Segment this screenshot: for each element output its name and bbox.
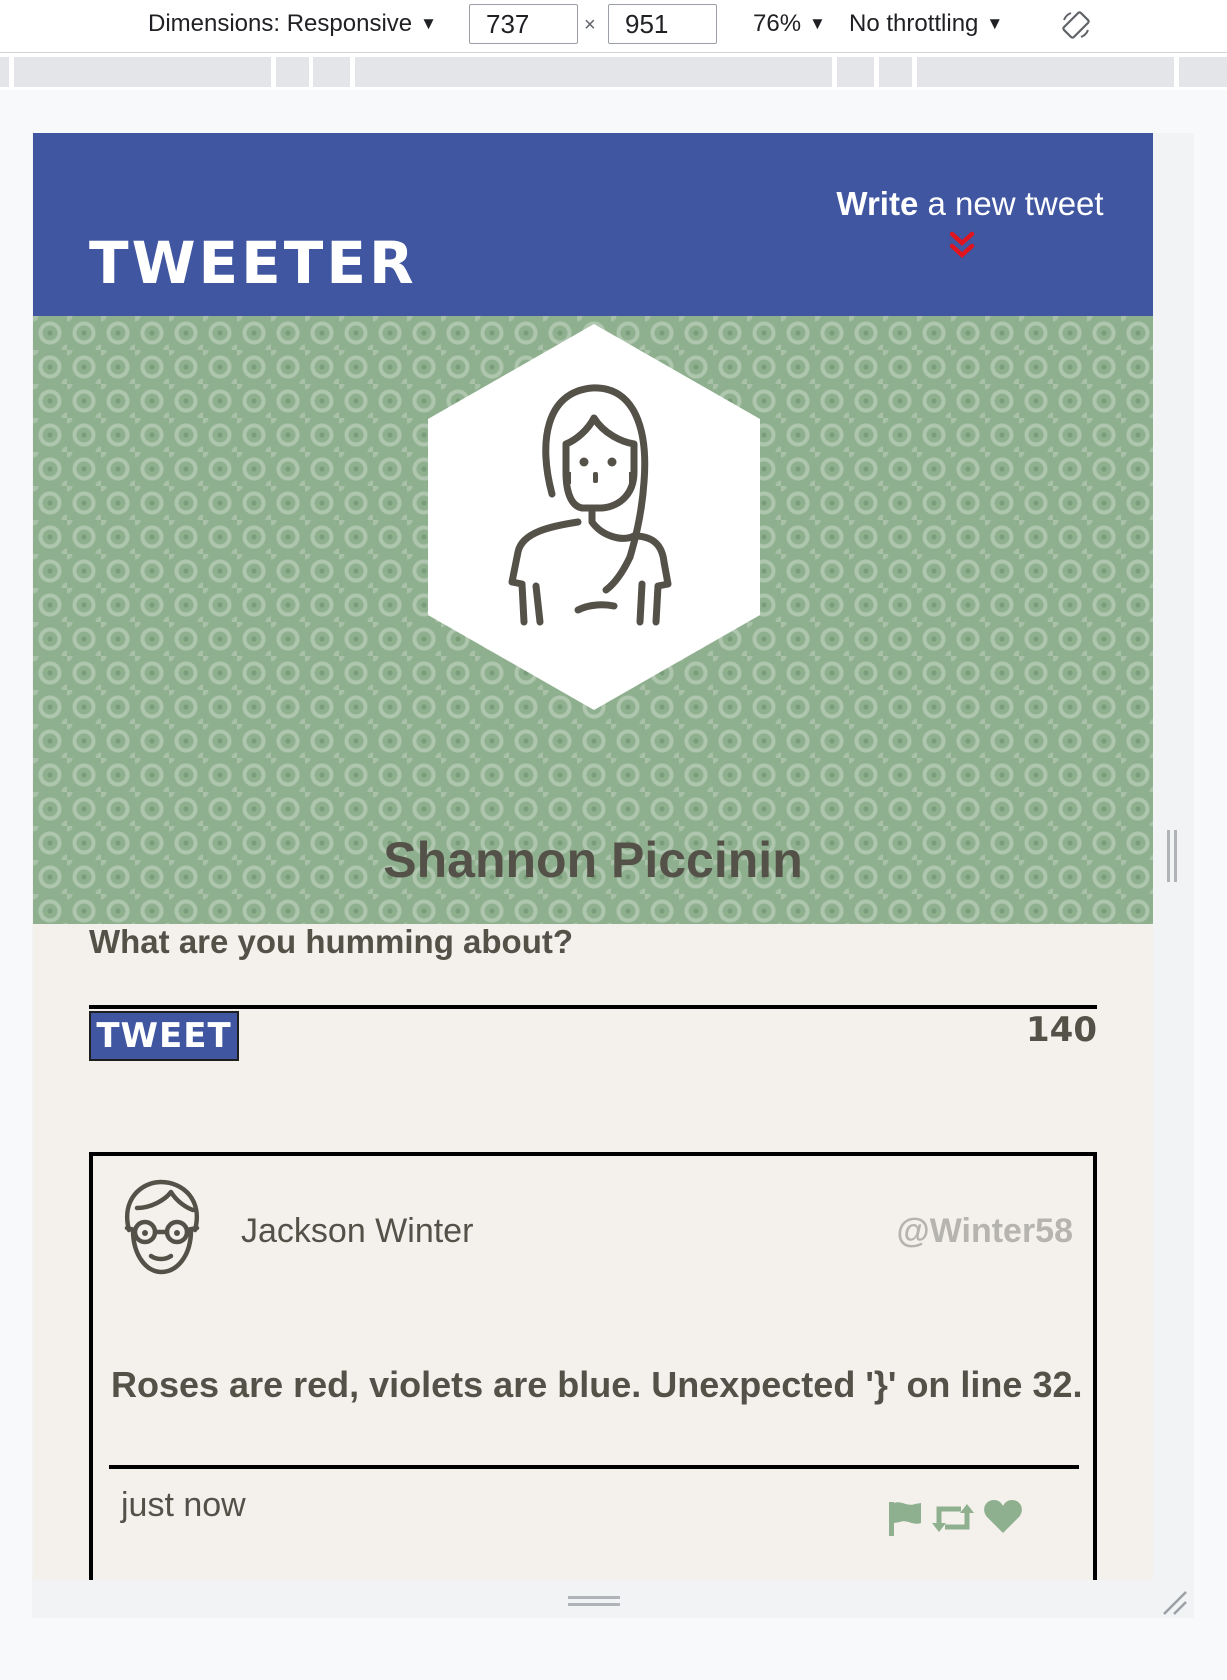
page-viewport: Tweeter Write a new tweet [33,133,1153,1580]
tweet-divider [109,1465,1079,1469]
ruler-segment[interactable] [276,57,309,87]
dimensions-caret-icon: ▼ [420,14,437,33]
profile-name: Shannon Piccinin [383,832,803,888]
ruler-segment[interactable] [879,57,912,87]
height-input[interactable]: 951 [608,4,717,44]
width-input[interactable]: 737 [469,4,578,44]
tweet-submit-button[interactable]: Tweet [89,1011,239,1061]
ruler-segment[interactable] [0,57,9,87]
throttling-dropdown[interactable]: No throttling ▼ [849,10,1003,38]
ruler-segment[interactable] [1179,57,1227,87]
devtools-toolbar: Dimensions: Responsive ▼ 737 × 951 76% ▼ N… [0,0,1227,53]
throttling-label: No throttling [849,10,979,37]
compose-toggle[interactable]: Write a new tweet [830,185,1110,223]
tweet-author-handle[interactable]: @Winter58 [897,1212,1073,1251]
top-nav: Tweeter Write a new tweet [33,133,1153,316]
rotate-icon[interactable] [1060,9,1092,41]
profile-avatar [428,324,760,710]
compose-toggle-text: a new tweet [918,185,1104,222]
ruler-segment[interactable] [14,57,271,87]
double-chevron-down-icon[interactable] [949,230,975,262]
ruler-segment[interactable] [917,57,1174,87]
heart-icon[interactable] [983,1499,1023,1539]
zoom-dropdown[interactable]: 76% ▼ [753,10,826,38]
tweet-card: Jackson Winter @Winter58 Roses are red, … [89,1152,1097,1580]
user-avatar [124,1179,200,1275]
dimensions-dropdown[interactable]: Dimensions: Responsive ▼ [148,10,437,38]
resize-handle-right[interactable] [1167,830,1177,882]
zoom-label: 76% [753,10,802,37]
ruler-segment[interactable] [355,57,832,87]
tweet-author-name[interactable]: Jackson Winter [241,1212,473,1251]
dimensions-separator: × [584,14,596,36]
composer-prompt: What are you humming about? [89,923,573,960]
ruler-segment[interactable] [837,57,874,87]
throttling-caret-icon: ▼ [986,14,1004,33]
resize-handle-bottom[interactable] [568,1596,620,1606]
flag-icon[interactable] [887,1499,923,1541]
dimensions-label: Dimensions: Responsive [148,10,413,37]
composer-textarea-underline[interactable] [89,1005,1097,1009]
compose-toggle-bold: Write [836,185,919,222]
tweet-actions [887,1499,1037,1539]
zoom-caret-icon: ▼ [809,14,826,33]
media-query-ruler[interactable] [0,57,1227,89]
man-with-glasses-avatar-icon [124,1179,200,1275]
profile-header: Shannon Piccinin [33,316,1153,924]
tweet-timestamp: just now [121,1486,246,1524]
tweet-content: Roses are red, violets are blue. Unexpec… [111,1364,1083,1405]
retweet-icon[interactable] [931,1501,975,1539]
brand-logo[interactable]: Tweeter [89,229,417,297]
ruler-segment[interactable] [313,57,350,87]
resize-corner-icon[interactable] [1160,1588,1188,1616]
character-counter: 140 [1026,1010,1097,1050]
